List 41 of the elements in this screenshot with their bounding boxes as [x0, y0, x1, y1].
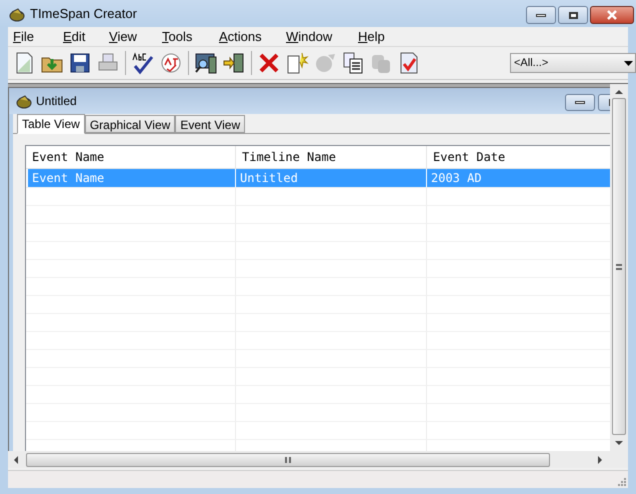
close-button[interactable]	[590, 6, 634, 24]
column-header[interactable]: Timeline Name	[236, 146, 427, 168]
app-icon	[8, 6, 26, 22]
menu-item[interactable]: Help	[353, 26, 403, 46]
filter-dropdown[interactable]: <All...>	[510, 53, 636, 73]
maximize-button[interactable]	[558, 6, 588, 24]
scroll-up-icon[interactable]	[615, 90, 623, 94]
scroll-right-icon[interactable]	[598, 456, 602, 464]
document-icon	[15, 93, 33, 109]
scrollbar-thumb[interactable]	[26, 452, 550, 466]
spell-check-icon	[131, 51, 155, 75]
delete-icon	[257, 51, 281, 75]
import-device-icon	[222, 51, 246, 75]
column-header[interactable]: Event Name	[26, 146, 236, 168]
minimize-button[interactable]	[526, 6, 556, 24]
scroll-down-icon[interactable]	[615, 441, 623, 445]
new-item-icon	[285, 51, 309, 75]
search-device-icon	[194, 51, 218, 75]
formula-icon	[159, 51, 183, 75]
resize-grip-icon[interactable]	[618, 478, 626, 486]
copy-document-icon	[341, 51, 365, 75]
menu-item[interactable]: Window	[281, 26, 353, 46]
menu-item[interactable]: Tools	[157, 26, 214, 46]
menu-item[interactable]: File	[8, 26, 58, 46]
menu-item[interactable]: View	[104, 26, 157, 46]
scrollbar-thumb[interactable]	[612, 98, 626, 435]
vertical-scrollbar[interactable]	[610, 84, 628, 451]
menu-item[interactable]: Edit	[58, 26, 104, 46]
horizontal-scrollbar[interactable]	[8, 451, 628, 468]
scroll-left-icon[interactable]	[14, 456, 18, 464]
table-cell: Untitled	[236, 169, 427, 187]
window-title: TImeSpan Creator	[30, 4, 137, 23]
menu-item[interactable]: Actions	[214, 26, 281, 46]
tab[interactable]: Graphical View	[84, 115, 176, 133]
table-cell: Event Name	[28, 169, 236, 187]
dropdown-arrow-icon	[624, 61, 633, 66]
document-title: Untitled	[36, 93, 77, 110]
minimize-button[interactable]	[565, 94, 595, 110]
tab[interactable]: Table View	[17, 114, 85, 134]
close-icon	[606, 10, 618, 20]
tab[interactable]: Event View	[175, 115, 246, 133]
